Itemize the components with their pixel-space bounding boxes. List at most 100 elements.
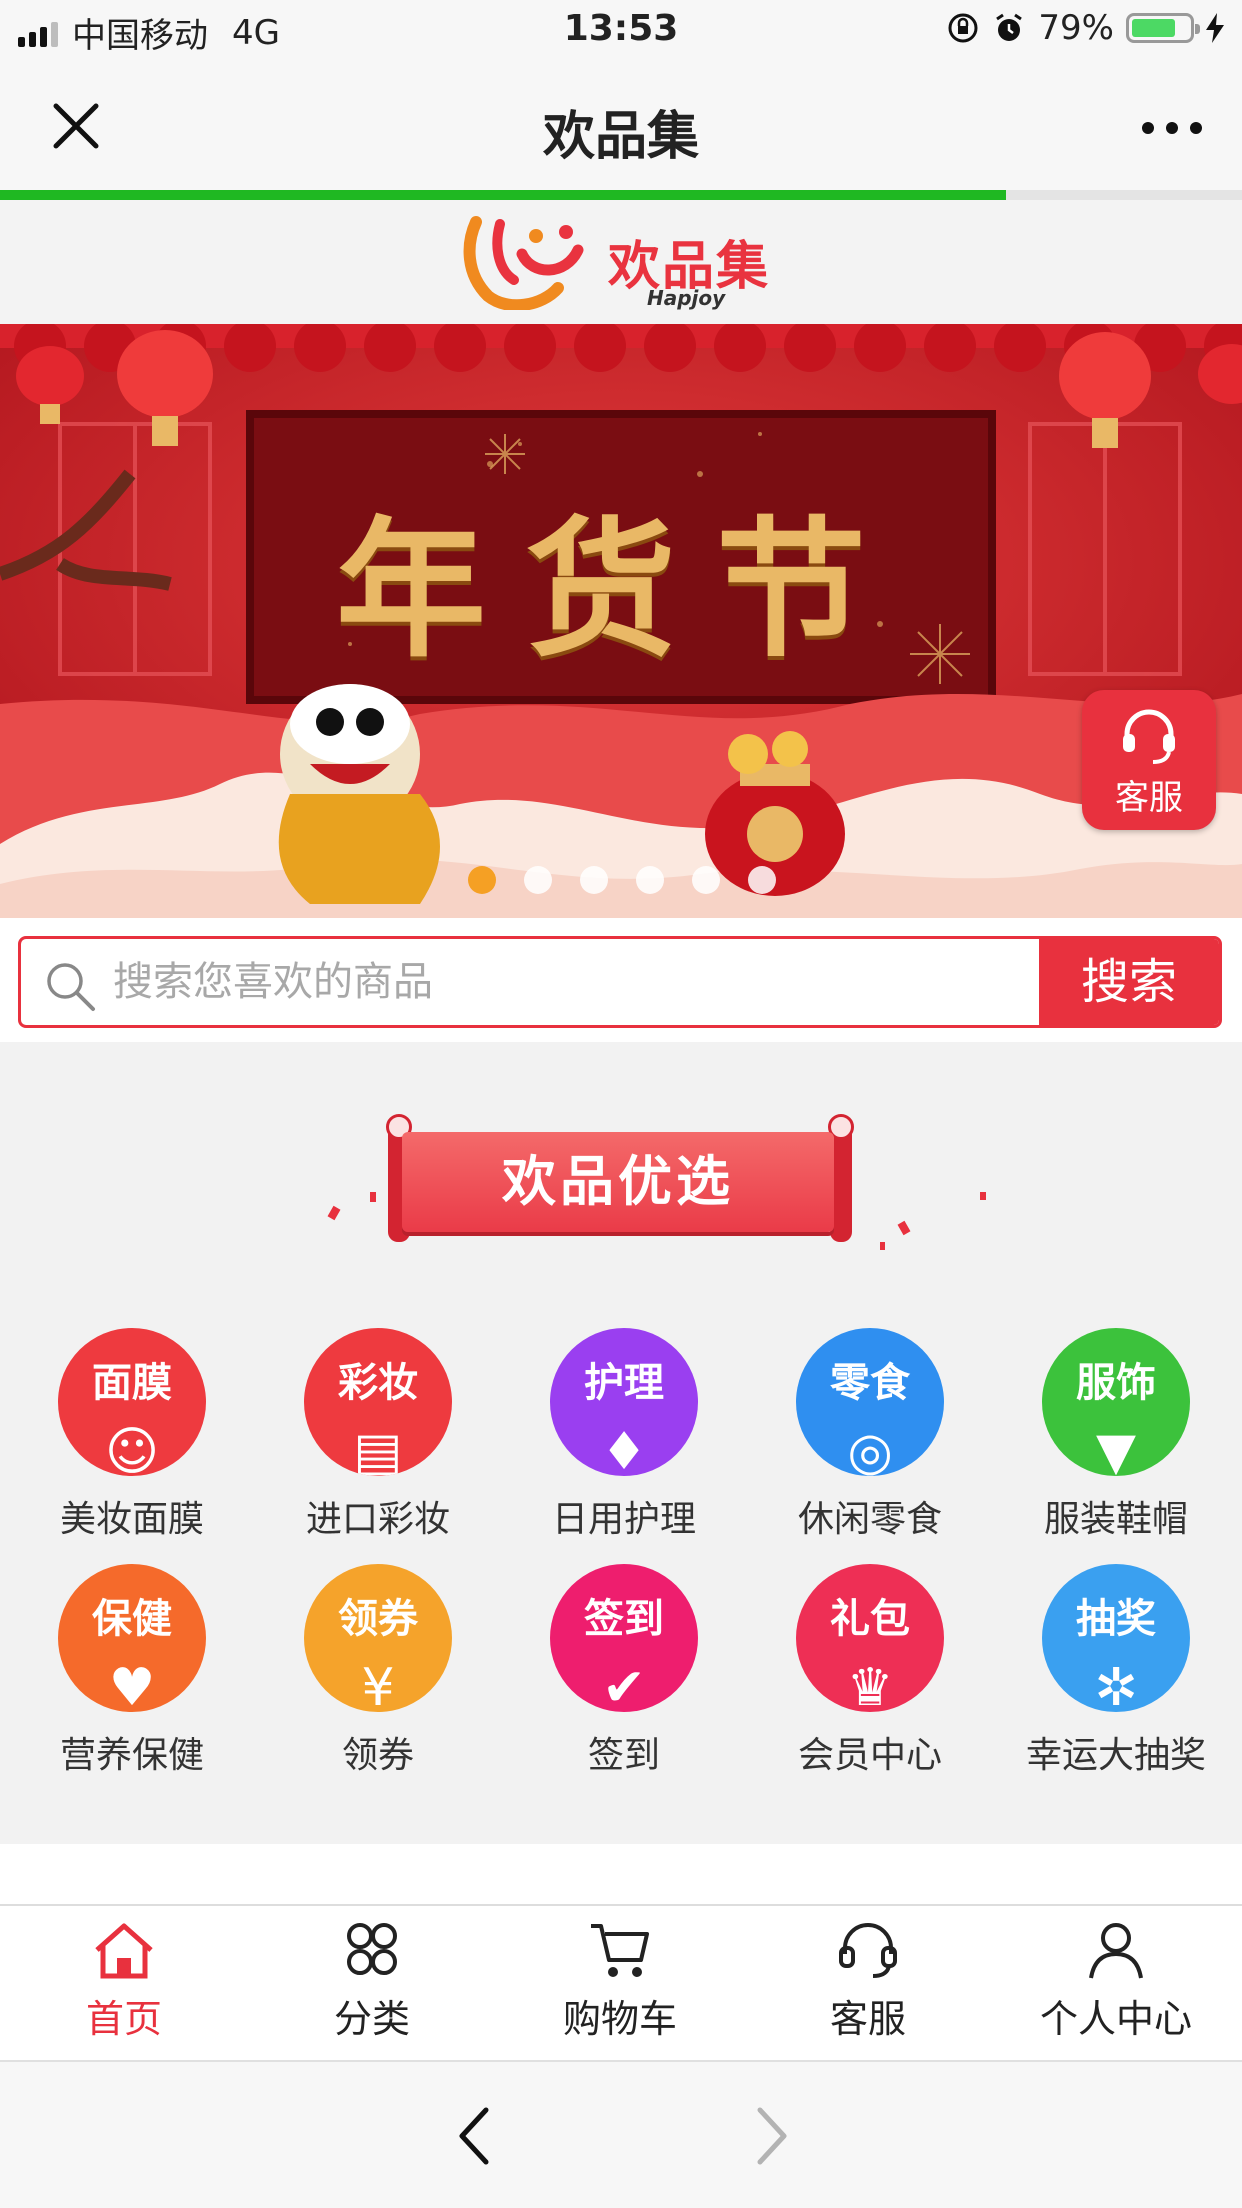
category-label: 营养保健 <box>59 1735 204 1776</box>
category-badge-text: 签到 <box>584 1596 664 1642</box>
category-badge-text: 领券 <box>338 1596 418 1642</box>
category-label: 休闲零食 <box>797 1499 942 1540</box>
browser-toolbar <box>0 2060 1242 2208</box>
search-bar: 搜索 <box>0 918 1242 1042</box>
category-badge-text: 保健 <box>92 1596 172 1642</box>
hapjoy-logo-mark <box>463 216 584 310</box>
brand-logo: 欢品集 Hapjoy <box>462 214 782 310</box>
search-button[interactable]: 搜索 <box>1039 939 1219 1025</box>
carousel-dot[interactable] <box>636 866 664 894</box>
tab-item[interactable]: 个人中心 <box>1016 1920 1216 2043</box>
health-icon: ♥ <box>108 1658 156 1712</box>
shirt-icon: ▼ <box>1096 1422 1136 1476</box>
tab-label: 客服 <box>829 1997 906 2041</box>
category-badge-text: 零食 <box>830 1360 910 1406</box>
category-badge-text: 面膜 <box>92 1360 172 1406</box>
snack-icon: ◎ <box>847 1422 893 1476</box>
load-progress-fill <box>0 190 1007 200</box>
cart-icon <box>520 1920 720 1984</box>
category-label: 日用护理 <box>551 1499 696 1540</box>
category-badge: 领券 ¥ <box>304 1564 452 1712</box>
crown-icon: ♛ <box>846 1658 894 1712</box>
customer-service-label: 客服 <box>1115 778 1183 818</box>
category-label: 领券 <box>341 1735 414 1776</box>
carousel-dot[interactable] <box>524 866 552 894</box>
category-item[interactable]: 礼包 ♛ 会员中心 <box>770 1564 970 1778</box>
user-icon <box>1016 1920 1216 1984</box>
category-item[interactable]: 彩妆 ▤ 进口彩妆 <box>278 1328 478 1542</box>
category-badge-text: 礼包 <box>830 1596 910 1642</box>
category-label: 进口彩妆 <box>305 1499 450 1540</box>
category-badge-text: 抽奖 <box>1076 1596 1156 1642</box>
tab-item[interactable]: 客服 <box>768 1920 968 2043</box>
chevron-right-icon[interactable] <box>752 2106 792 2166</box>
logo-text-en: Hapjoy <box>647 286 726 310</box>
banner-headline: 年货节 <box>335 502 906 678</box>
content-strip <box>0 1844 1242 1904</box>
category-label: 服装鞋帽 <box>1043 1499 1188 1540</box>
carousel-dot[interactable] <box>468 866 496 894</box>
tab-label: 购物车 <box>562 1997 677 2041</box>
tab-item[interactable]: 首页 <box>24 1920 224 2043</box>
title-bar: 欢品集 <box>0 64 1242 190</box>
headset-icon <box>1123 709 1175 764</box>
tab-label: 个人中心 <box>1039 1997 1192 2041</box>
brand-header: 欢品集 Hapjoy <box>0 200 1242 324</box>
orientation-lock-icon <box>948 13 978 43</box>
carousel-dots[interactable] <box>468 866 776 894</box>
search-input[interactable] <box>111 951 1015 1013</box>
category-item[interactable]: 抽奖 ✲ 幸运大抽奖 <box>1016 1564 1216 1778</box>
category-badge: 服饰 ▼ <box>1042 1328 1190 1476</box>
category-badge: 签到 ✔ <box>550 1564 698 1712</box>
category-label: 幸运大抽奖 <box>1025 1735 1206 1776</box>
bottom-tab-bar: 首页 分类 购物车 客服 个人中心 <box>0 1904 1242 2060</box>
featured-section: 欢品优选 面膜 ☺ 美妆面膜 彩妆 ▤ 进口彩妆 护理 ♦ 日用护理 零食 ◎ 休闲零食 服饰 ▼ 服装鞋帽… <box>0 1042 1242 1842</box>
category-item[interactable]: 面膜 ☺ 美妆面膜 <box>32 1328 232 1542</box>
carousel-dot[interactable] <box>748 866 776 894</box>
category-badge: 零食 ◎ <box>796 1328 944 1476</box>
tab-label: 首页 <box>85 1997 162 2041</box>
section-title: 欢品优选 <box>502 1150 734 1213</box>
checkin-icon: ✔ <box>602 1658 646 1712</box>
carousel-dot[interactable] <box>580 866 608 894</box>
promo-banner[interactable]: 年货节 <box>0 324 1242 918</box>
category-item[interactable]: 签到 ✔ 签到 <box>524 1564 724 1778</box>
category-item[interactable]: 服饰 ▼ 服装鞋帽 <box>1016 1328 1216 1542</box>
headset-icon <box>768 1920 968 1984</box>
section-title-banner: 欢品优选 <box>380 1114 860 1264</box>
mask-icon: ☺ <box>104 1422 160 1476</box>
category-badge-text: 彩妆 <box>338 1360 418 1406</box>
category-item[interactable]: 保健 ♥ 营养保健 <box>32 1564 232 1778</box>
category-item[interactable]: 领券 ¥ 领券 <box>278 1564 478 1778</box>
lipstick-icon: ▤ <box>353 1422 403 1476</box>
tab-item[interactable]: 分类 <box>272 1920 472 2043</box>
load-progress-bar <box>0 190 1242 200</box>
tab-item[interactable]: 购物车 <box>520 1920 720 2043</box>
category-item[interactable]: 零食 ◎ 休闲零食 <box>770 1328 970 1542</box>
category-label: 美妆面膜 <box>59 1499 204 1540</box>
category-badge: 彩妆 ▤ <box>304 1328 452 1476</box>
page-title: 欢品集 <box>542 107 699 167</box>
category-item[interactable]: 护理 ♦ 日用护理 <box>524 1328 724 1542</box>
customer-service-float-button[interactable]: 客服 <box>1082 690 1216 830</box>
category-badge: 礼包 ♛ <box>796 1564 944 1712</box>
category-badge: 面膜 ☺ <box>58 1328 206 1476</box>
charging-icon <box>1206 13 1224 43</box>
lotion-icon: ♦ <box>600 1422 648 1476</box>
category-label: 签到 <box>587 1735 660 1776</box>
category-label: 会员中心 <box>797 1735 942 1776</box>
search-box: 搜索 <box>18 936 1222 1028</box>
alarm-icon <box>996 13 1023 41</box>
chevron-left-icon[interactable] <box>454 2106 494 2166</box>
status-right: 79% <box>946 8 1224 48</box>
battery-percent: 79% <box>1038 8 1114 48</box>
category-badge-text: 服饰 <box>1076 1360 1156 1406</box>
status-bar: 中国移动 4G 13:53 79% <box>0 0 1242 64</box>
carousel-dot[interactable] <box>692 866 720 894</box>
wheel-icon: ✲ <box>1094 1658 1138 1712</box>
battery-icon <box>1126 13 1200 43</box>
more-icon[interactable] <box>1142 122 1202 134</box>
category-badge-text: 护理 <box>584 1360 664 1406</box>
search-icon <box>47 963 95 1011</box>
tab-label: 分类 <box>333 1997 410 2041</box>
